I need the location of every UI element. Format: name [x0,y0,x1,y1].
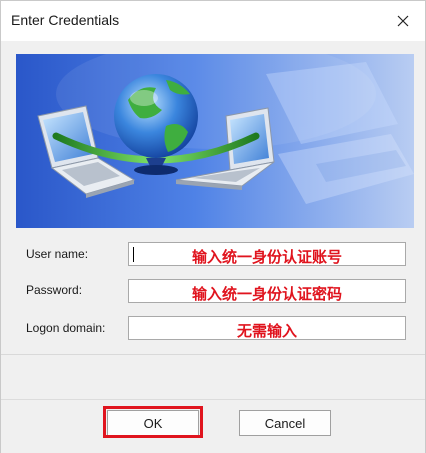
dialog-title: Enter Credentials [11,12,120,28]
domain-annotation: 无需输入 [236,322,297,340]
username-annotation: 输入统一身份认证账号 [191,248,342,266]
title-bar: Enter Credentials [1,1,425,41]
username-input[interactable]: 输入统一身份认证账号 [128,242,406,266]
password-label: Password: [26,283,83,297]
cancel-button[interactable]: Cancel [239,410,331,436]
domain-label: Logon domain: [26,321,106,335]
ok-button-highlight [103,406,203,438]
network-globe-laptops-illustration [16,54,414,228]
domain-input[interactable]: 无需输入 [128,316,406,340]
password-annotation: 输入统一身份认证密码 [191,285,342,303]
close-icon [397,15,409,27]
close-button[interactable] [387,5,419,37]
username-label: User name: [26,247,89,261]
password-input[interactable]: 输入统一身份认证密码 [128,279,406,303]
network-banner-image [16,54,414,228]
credentials-dialog: Enter Credentials User name: 输入统一身份认证账号 … [0,0,426,453]
button-bar [1,399,425,453]
separator [1,354,425,355]
